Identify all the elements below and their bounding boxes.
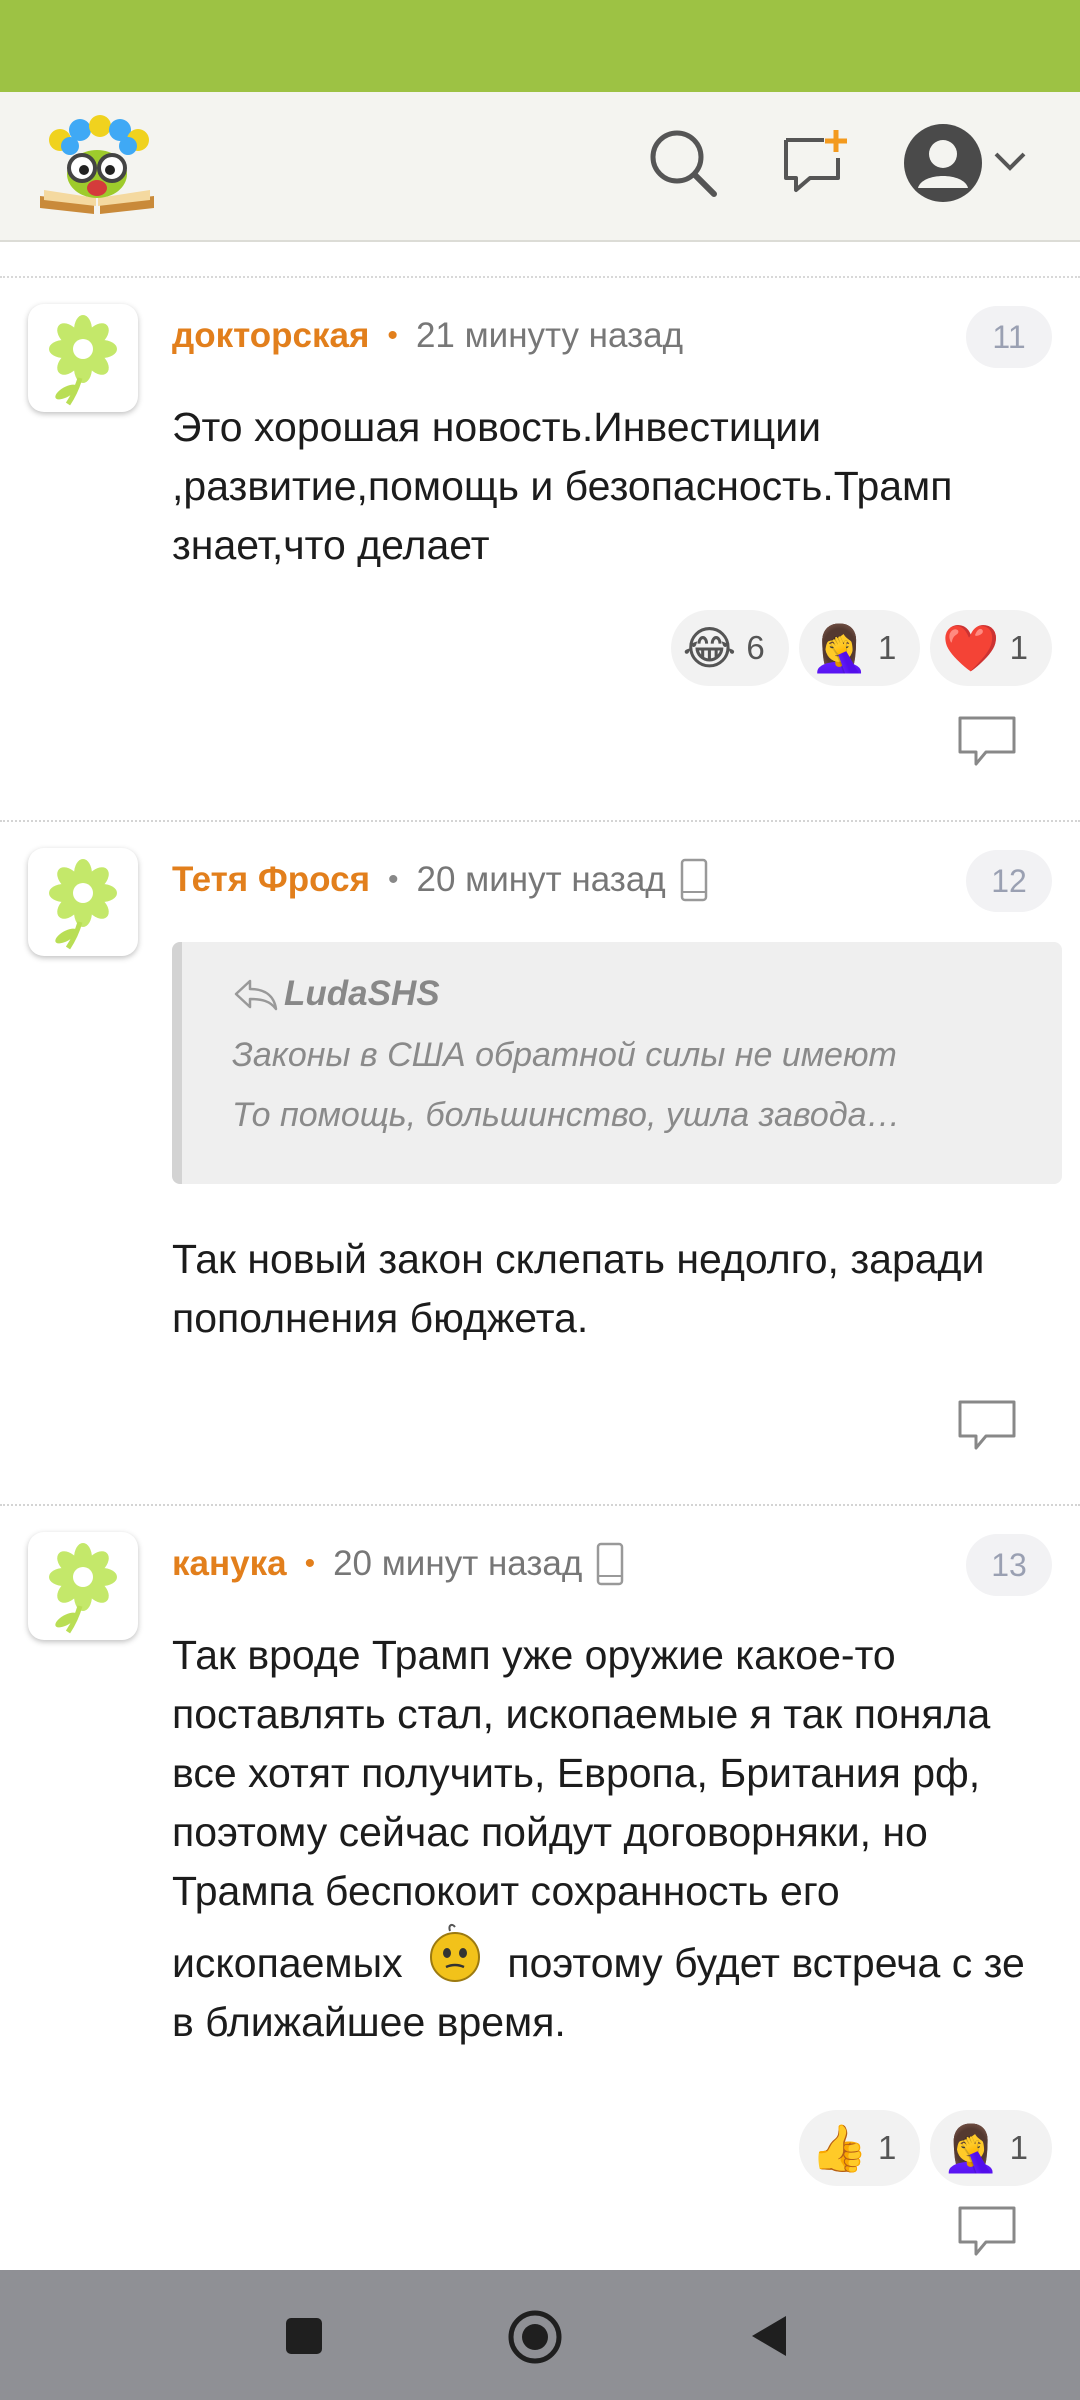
comment-number-badge[interactable]: 13 [966, 1534, 1052, 1596]
chevron-down-icon[interactable] [992, 148, 1028, 174]
facepalm-emoji-icon: 🤦‍♀️ [810, 622, 868, 674]
comments-feed: докторская • 21 минуту назад 11 Это хоро… [0, 242, 1080, 2270]
reactions-bar: 😂 6 🤦‍♀️ 1 ❤️ 1 [670, 610, 1052, 686]
daisy-avatar-icon [49, 315, 117, 406]
avatar[interactable] [28, 304, 138, 412]
avatar[interactable] [28, 848, 138, 956]
mobile-device-icon [680, 858, 707, 902]
comment-text: Так вроде Трамп уже оружие какое-то пост… [172, 1626, 1052, 2052]
timestamp: 20 минут назад [333, 1544, 583, 1583]
comment-text: Это хорошая новость.Инвестиции ,развитие… [172, 404, 953, 568]
comment-text: Так новый закон склепать недолго, заради… [172, 1236, 985, 1341]
new-post-icon[interactable] [780, 126, 852, 198]
facepalm-emoji-icon: 🤦‍♀️ [942, 2122, 1000, 2174]
divider [0, 276, 1080, 278]
separator-dot: • [304, 1547, 316, 1580]
profile-avatar-icon[interactable] [902, 122, 984, 204]
comment-number-badge[interactable]: 12 [966, 850, 1052, 912]
reply-arrow-icon [234, 979, 278, 1011]
recents-button[interactable] [282, 2314, 326, 2358]
quote-author: LudaSHS [232, 974, 440, 1014]
heart-emoji-icon: ❤️ [942, 622, 1000, 674]
reaction-count: 6 [746, 629, 765, 666]
thinking-smiley-icon [429, 1923, 480, 1982]
reply-icon[interactable] [956, 2204, 1018, 2258]
site-logo[interactable] [34, 110, 160, 220]
back-button[interactable] [746, 2312, 790, 2360]
thumbs-up-emoji-icon: 👍 [810, 2122, 868, 2174]
divider [0, 820, 1080, 822]
comment-meta: канука • 20 минут назад [172, 1534, 624, 1594]
status-bar [0, 0, 1080, 92]
separator-dot: • [387, 319, 398, 352]
comment-text-part: Так вроде Трамп уже оружие какое-то пост… [172, 1632, 991, 1986]
reaction-count: 1 [1009, 629, 1028, 666]
home-button[interactable] [506, 2308, 564, 2366]
separator-dot: • [388, 863, 399, 896]
reaction-chip[interactable]: ❤️ 1 [930, 610, 1052, 686]
author-name[interactable]: докторская [172, 316, 369, 356]
reply-icon[interactable] [956, 1398, 1018, 1452]
author-name[interactable]: Тетя Фрося [172, 860, 370, 900]
quote-line: Законы в США обратной силы не имеют [232, 1036, 897, 1074]
timestamp: 20 минут назад [416, 860, 666, 899]
reaction-chip[interactable]: 🤦‍♀️ 1 [798, 610, 921, 686]
author-name[interactable]: канука [172, 1544, 287, 1584]
daisy-avatar-icon [49, 859, 117, 950]
system-navigation-bar [0, 2270, 1080, 2400]
reply-icon[interactable] [956, 714, 1018, 768]
reaction-chip[interactable]: 🤦‍♀️ 1 [930, 2110, 1052, 2186]
reactions-bar: 👍 1 🤦‍♀️ 1 [798, 2110, 1052, 2186]
reaction-count: 1 [878, 2129, 897, 2166]
quote-block[interactable]: LudaSHS Законы в США обратной силы не им… [172, 942, 1062, 1184]
quote-author-name: LudaSHS [284, 974, 440, 1013]
quote-line: То помощь, большинство, ушла завода… [232, 1096, 901, 1134]
mobile-device-icon [597, 1542, 624, 1586]
reaction-count: 1 [878, 629, 897, 666]
laughing-emoji-icon: 😂 [682, 622, 737, 674]
comment-meta: докторская • 21 минуту назад [172, 306, 683, 366]
divider [0, 1504, 1080, 1506]
reaction-count: 1 [1009, 2129, 1028, 2166]
search-icon[interactable] [646, 126, 720, 200]
comment-meta: Тетя Фрося • 20 минут назад [172, 850, 708, 910]
reading-glasses-flower-logo-icon [40, 115, 154, 214]
reaction-chip[interactable]: 😂 6 [670, 610, 789, 686]
reaction-chip[interactable]: 👍 1 [798, 2110, 921, 2186]
avatar[interactable] [28, 1532, 138, 1640]
timestamp: 21 минуту назад [415, 316, 684, 355]
daisy-avatar-icon [49, 1543, 117, 1634]
app-header [0, 92, 1080, 242]
comment-number-badge[interactable]: 11 [966, 306, 1052, 368]
